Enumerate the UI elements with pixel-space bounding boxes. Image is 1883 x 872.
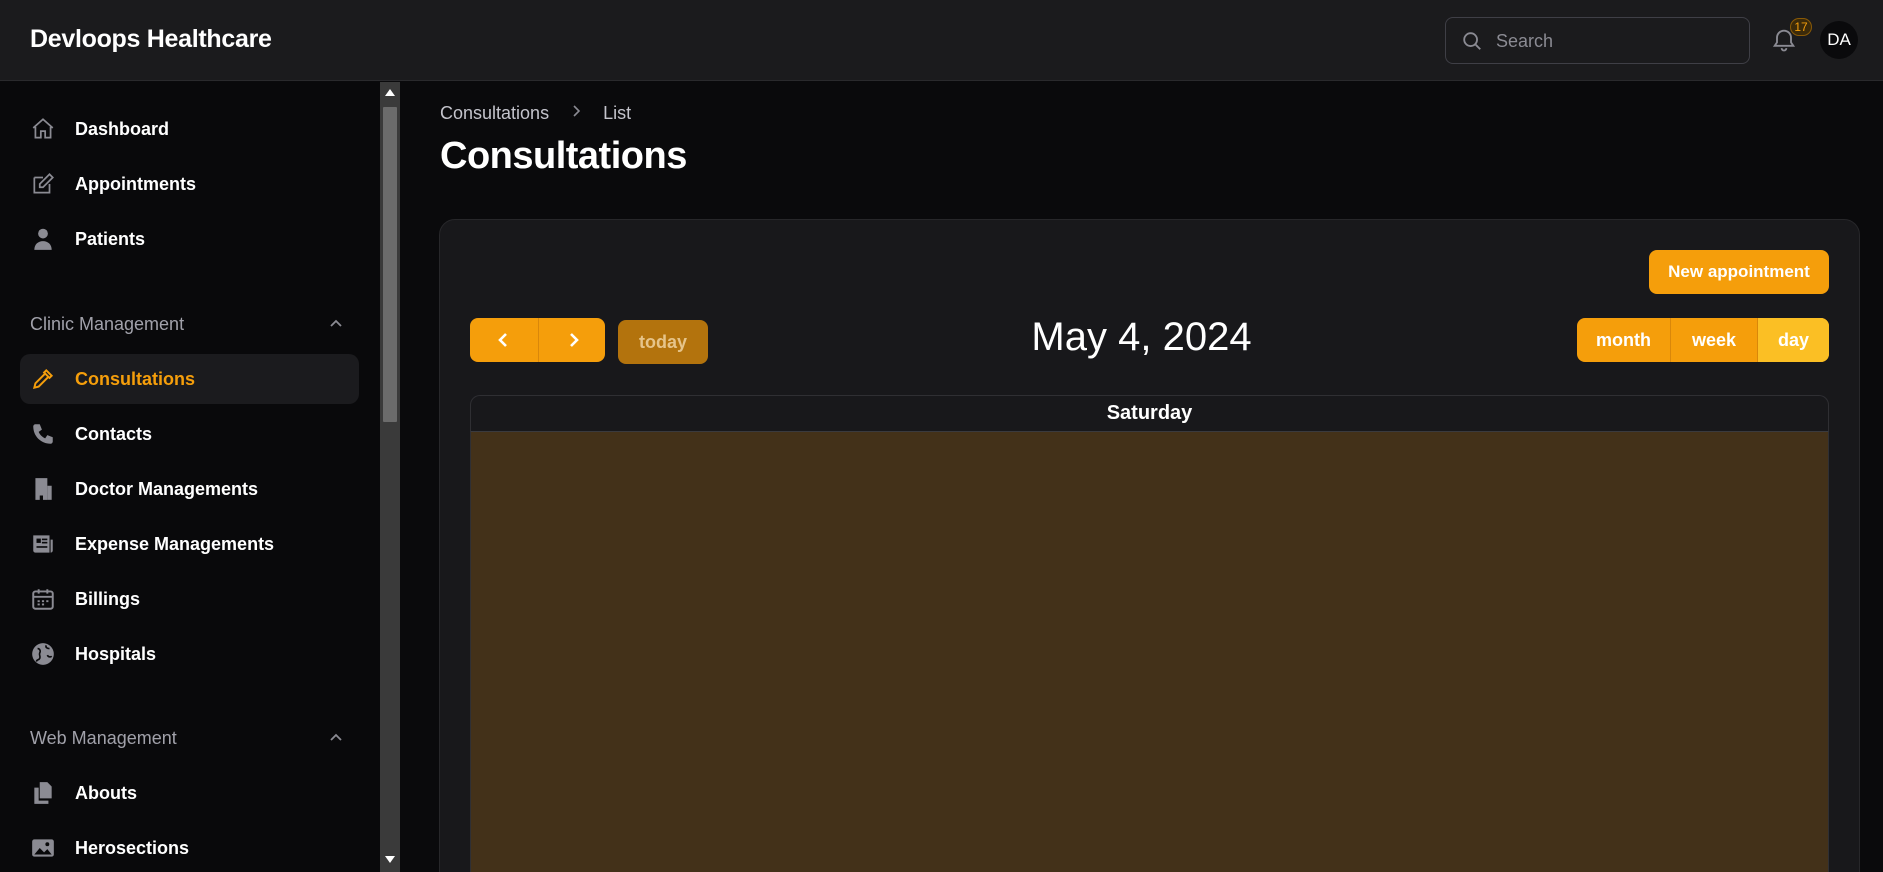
sidebar-item-doctor-managements[interactable]: Doctor Managements: [20, 464, 359, 514]
calendar-nav-group: [470, 318, 605, 362]
sidebar-item-label: Doctor Managements: [75, 479, 259, 499]
prev-button[interactable]: [470, 318, 537, 362]
day-grid-cell[interactable]: [470, 432, 1829, 872]
sidebar-item-label: Herosections: [75, 838, 190, 858]
page-title: Consultations: [440, 135, 687, 177]
day-column-header: Saturday: [470, 395, 1829, 432]
chevron-right-icon: [573, 105, 581, 117]
group-label-web-management[interactable]: Web Management: [30, 728, 177, 749]
building-icon: [35, 478, 52, 500]
phone-icon: [33, 424, 53, 444]
sidebar-item-hospitals[interactable]: Hospitals: [20, 629, 359, 679]
sidebar-scrollbar[interactable]: [380, 82, 400, 872]
chevron-up-icon[interactable]: [328, 316, 344, 332]
brand-logo-text[interactable]: Devloops Healthcare: [30, 25, 272, 54]
next-button[interactable]: [538, 318, 605, 362]
sidebar-item-label: Contacts: [75, 424, 153, 444]
document-duplicate-icon: [34, 782, 52, 804]
scroll-down-arrow-icon[interactable]: [384, 854, 396, 864]
sidebar-item-consultations[interactable]: Consultations: [20, 354, 359, 404]
sidebar-item-label: Patients: [75, 229, 146, 249]
sidebar-item-contacts[interactable]: Contacts: [20, 409, 359, 459]
scrollbar-thumb[interactable]: [383, 107, 397, 422]
breadcrumb-item-consultations[interactable]: Consultations: [440, 103, 549, 124]
sidebar-item-label: Hospitals: [75, 644, 157, 664]
chevron-left-icon: [498, 333, 507, 347]
new-appointment-button[interactable]: New appointment: [1649, 250, 1829, 294]
sidebar-item-label: Abouts: [75, 783, 137, 803]
user-icon: [34, 228, 52, 250]
globe-icon: [32, 643, 54, 665]
search-icon: [1463, 32, 1481, 50]
eyedropper-icon: [32, 368, 54, 390]
pencil-square-icon: [33, 173, 54, 194]
search-input[interactable]: Search: [1445, 17, 1750, 64]
sidebar-item-dashboard[interactable]: Dashboard: [20, 104, 359, 154]
search-placeholder: Search: [1496, 31, 1554, 51]
sidebar-item-label: Billings: [75, 589, 141, 609]
view-month-button[interactable]: month: [1577, 318, 1670, 362]
chevron-right-icon: [570, 333, 579, 347]
avatar[interactable]: DA: [1820, 21, 1858, 59]
scroll-up-arrow-icon[interactable]: [384, 88, 396, 98]
newspaper-icon: [33, 535, 53, 553]
chevron-up-icon[interactable]: [328, 730, 344, 746]
breadcrumb: Consultations List: [440, 102, 631, 124]
sidebar-item-appointments[interactable]: Appointments: [20, 159, 359, 209]
notification-badge: 17: [1790, 18, 1812, 36]
sidebar-item-billings[interactable]: Billings: [20, 574, 359, 624]
group-label-clinic-management[interactable]: Clinic Management: [30, 314, 184, 335]
sidebar: Dashboard Appointments Patients Clinic M…: [0, 82, 380, 872]
sidebar-item-abouts[interactable]: Abouts: [20, 768, 359, 818]
calendar-title: May 4, 2024: [1031, 315, 1252, 359]
sidebar-item-label: Dashboard: [75, 119, 170, 139]
calendar-icon: [32, 589, 54, 610]
sidebar-item-label: Consultations: [75, 369, 195, 389]
sidebar-item-label: Expense Managements: [75, 534, 275, 554]
view-switcher: month week day: [1577, 318, 1829, 362]
today-button[interactable]: today: [618, 320, 708, 364]
photo-icon: [32, 839, 54, 857]
top-bar: Devloops Healthcare Search 17 DA: [0, 0, 1883, 81]
sidebar-item-herosections[interactable]: Herosections: [20, 823, 359, 872]
sidebar-item-label: Appointments: [75, 174, 196, 194]
sidebar-item-expense-managements[interactable]: Expense Managements: [20, 519, 359, 569]
breadcrumb-item-list: List: [603, 102, 632, 123]
sidebar-item-patients[interactable]: Patients: [20, 214, 359, 264]
view-week-button[interactable]: week: [1670, 318, 1757, 362]
view-day-button[interactable]: day: [1757, 318, 1829, 362]
home-icon: [32, 118, 54, 139]
